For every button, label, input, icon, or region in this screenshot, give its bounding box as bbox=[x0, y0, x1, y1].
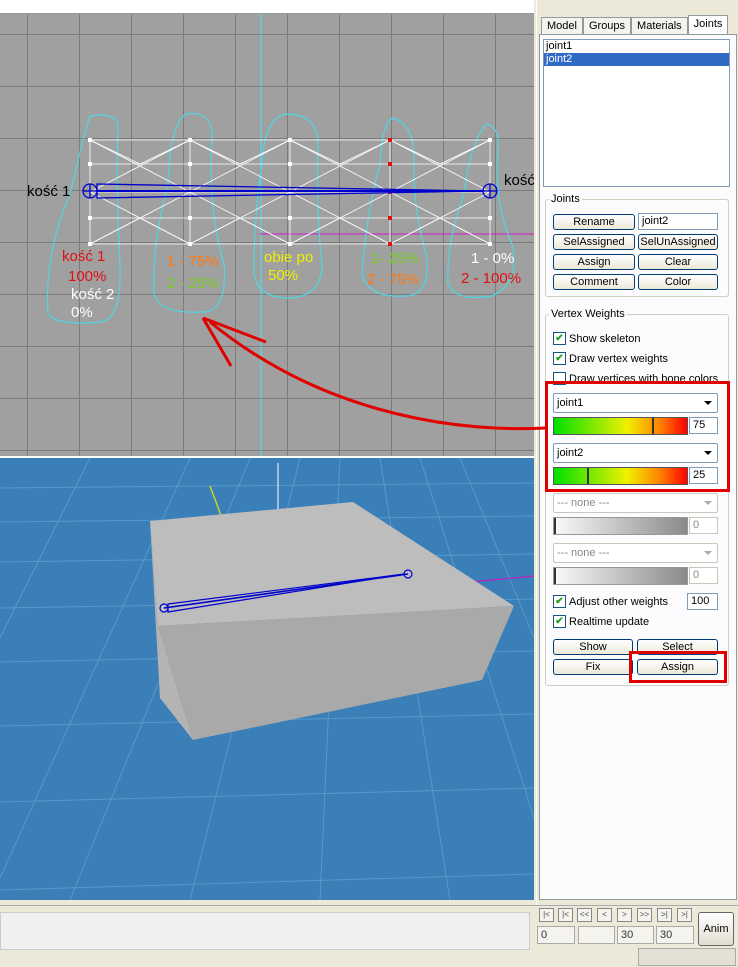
col4-label-a: 1- 25% bbox=[371, 250, 419, 267]
weight-slider-3-thumb[interactable] bbox=[554, 518, 556, 534]
col4-label-b: 2 - 75% bbox=[367, 271, 419, 288]
sel-assigned-button[interactable]: SelAssigned bbox=[553, 234, 635, 250]
show-skeleton-label: Show skeleton bbox=[569, 332, 641, 345]
adjust-other-weights-label: Adjust other weights bbox=[569, 595, 669, 608]
joint-name-field[interactable]: joint2 bbox=[638, 213, 718, 230]
axis-yellow bbox=[209, 485, 223, 519]
assign-joint-button[interactable]: Assign bbox=[553, 254, 635, 270]
prev-frame-icon[interactable]: < bbox=[597, 908, 612, 922]
col1-label-a: kość 1 bbox=[62, 248, 106, 265]
axis-magenta bbox=[469, 575, 534, 583]
weight-joint-value-4: --- none --- bbox=[557, 547, 610, 559]
checkmark-icon: ✔ bbox=[553, 332, 566, 345]
weight-joint-value-3: --- none --- bbox=[557, 497, 610, 509]
frame-field[interactable]: 0 bbox=[537, 926, 575, 944]
list-item-joint1[interactable]: joint1 bbox=[544, 40, 729, 53]
realtime-update-label: Realtime update bbox=[569, 615, 650, 628]
anim-button[interactable]: Anim bbox=[698, 912, 734, 946]
bone2-label: kość 2 bbox=[504, 172, 534, 189]
weight-slider-3[interactable] bbox=[553, 517, 688, 535]
next-key-icon[interactable]: >| bbox=[657, 908, 672, 922]
clear-button[interactable]: Clear bbox=[638, 254, 718, 270]
viewport-3d[interactable] bbox=[0, 458, 534, 900]
chevron-down-icon bbox=[704, 501, 712, 505]
viewport-2d-drawing bbox=[46, 14, 534, 456]
bone1-label: kość 1 bbox=[27, 183, 71, 200]
checkmark-icon: ✔ bbox=[553, 595, 566, 608]
tab-joints[interactable]: Joints bbox=[687, 15, 729, 34]
show-button[interactable]: Show bbox=[553, 639, 633, 655]
timeline-track[interactable] bbox=[0, 912, 530, 950]
viewport-3d-drawing bbox=[0, 458, 534, 900]
fast-forward-icon[interactable]: >> bbox=[637, 908, 652, 922]
weight-slider-4[interactable] bbox=[553, 567, 688, 585]
frame-field-2[interactable] bbox=[578, 926, 615, 944]
show-skeleton-checkbox[interactable]: ✔ Show skeleton bbox=[553, 332, 641, 345]
rewind-icon[interactable]: << bbox=[577, 908, 592, 922]
box-top-face bbox=[150, 502, 514, 626]
tab-materials[interactable]: Materials bbox=[631, 17, 688, 34]
weights-highlight-box bbox=[545, 381, 730, 492]
timeline-bar: |< |< << < > >> >| >| 0 30 30 Anim bbox=[0, 905, 738, 967]
joints-group-title: Joints bbox=[549, 193, 582, 205]
realtime-update-checkbox[interactable]: ✔ Realtime update bbox=[553, 615, 649, 628]
viewport-top-strip bbox=[0, 0, 534, 14]
comment-button[interactable]: Comment bbox=[553, 274, 635, 290]
col3-label-b: 50% bbox=[268, 267, 299, 284]
col1-label-b: 100% bbox=[68, 268, 107, 285]
list-item-joint2[interactable]: joint2 bbox=[544, 53, 729, 66]
color-button[interactable]: Color bbox=[638, 274, 718, 290]
col2-label-b: 2 - 25% bbox=[167, 275, 219, 292]
col2-label-a: 1 - 75% bbox=[167, 253, 219, 270]
checkmark-icon: ✔ bbox=[553, 615, 566, 628]
col1-label-d: 0% bbox=[71, 304, 93, 321]
box-front-face bbox=[158, 606, 514, 740]
col1-label-c: kość 2 bbox=[71, 286, 115, 303]
weight-value-3[interactable]: 0 bbox=[689, 517, 718, 534]
panel-tabs: Model Groups Materials Joints bbox=[541, 15, 729, 34]
frame-field-3[interactable]: 30 bbox=[617, 926, 654, 944]
col3-label-a: obie po bbox=[264, 249, 314, 266]
chevron-down-icon bbox=[704, 551, 712, 555]
weight-slider-4-thumb[interactable] bbox=[554, 568, 556, 584]
col5-label-b: 2 - 100% bbox=[461, 270, 522, 287]
first-frame-icon[interactable]: |< bbox=[539, 908, 554, 922]
vertex-weights-title: Vertex Weights bbox=[549, 308, 627, 320]
weight-joint-select-4[interactable]: --- none --- bbox=[553, 543, 718, 563]
fix-button[interactable]: Fix bbox=[553, 659, 633, 675]
tab-model[interactable]: Model bbox=[541, 17, 583, 34]
prev-key-icon[interactable]: |< bbox=[558, 908, 573, 922]
draw-vertex-weights-label: Draw vertex weights bbox=[569, 352, 669, 365]
weight-value-4[interactable]: 0 bbox=[689, 567, 718, 584]
viewport-2d[interactable]: kość 1 kość 2 kość 1 100% kość 2 0% 1 - … bbox=[0, 14, 534, 456]
rename-button[interactable]: Rename bbox=[553, 214, 635, 230]
tab-groups[interactable]: Groups bbox=[582, 17, 632, 34]
adjust-other-weights-checkbox[interactable]: ✔ Adjust other weights bbox=[553, 595, 668, 608]
weight-joint-select-3[interactable]: --- none --- bbox=[553, 493, 718, 513]
frame-field-4[interactable]: 30 bbox=[656, 926, 694, 944]
next-frame-icon[interactable]: > bbox=[617, 908, 632, 922]
assign-highlight-box bbox=[629, 651, 727, 683]
col5-label-a: 1 - 0% bbox=[471, 250, 515, 267]
checkmark-icon: ✔ bbox=[553, 352, 566, 365]
status-field bbox=[638, 948, 736, 966]
last-frame-icon[interactable]: >| bbox=[677, 908, 692, 922]
draw-vertex-weights-checkbox[interactable]: ✔ Draw vertex weights bbox=[553, 352, 668, 365]
sel-unassigned-button[interactable]: SelUnAssigned bbox=[638, 234, 718, 250]
adjust-other-weights-value[interactable]: 100 bbox=[687, 593, 718, 610]
joint-list[interactable]: joint1 joint2 bbox=[543, 39, 730, 187]
